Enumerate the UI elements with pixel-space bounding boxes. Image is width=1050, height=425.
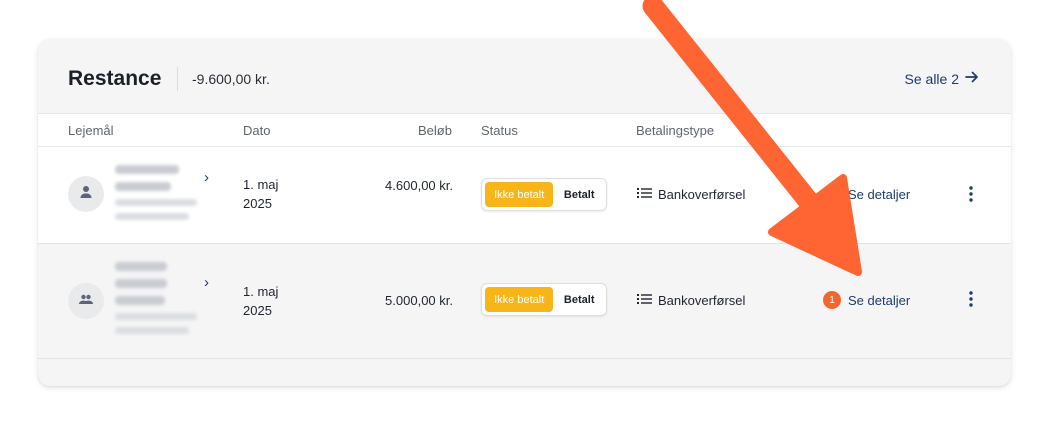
- status-unpaid-option[interactable]: Ikke betalt: [485, 287, 554, 312]
- restance-card: Restance -9.600,00 kr. Se alle 2 Lejemål…: [38, 39, 1011, 386]
- arrow-right-icon: [965, 70, 979, 87]
- card-title: Restance: [68, 67, 162, 90]
- column-header-lejemaal: Lejemål: [68, 123, 114, 138]
- notification-badge: 1: [823, 291, 841, 309]
- avatar: [68, 176, 104, 212]
- restance-table: Lejemål Dato Beløb Status Betalingstype …: [38, 113, 1011, 359]
- chevron-right-icon[interactable]: ›: [204, 169, 209, 186]
- group-icon: [78, 291, 94, 312]
- title-divider: [177, 67, 178, 91]
- column-header-status: Status: [481, 123, 518, 138]
- row-date: 1. maj 2025: [243, 284, 279, 318]
- total-amount: -9.600,00 kr.: [192, 71, 270, 87]
- list-icon: [637, 293, 652, 308]
- status-paid-option[interactable]: Betalt: [555, 182, 603, 207]
- tenant-name-blurred[interactable]: [115, 165, 197, 227]
- payment-type: Bankoverførsel: [637, 187, 745, 202]
- see-all-label: Se alle 2: [904, 70, 959, 87]
- tenant-name-blurred[interactable]: [115, 262, 197, 341]
- see-details-label: Se detaljer: [848, 292, 911, 308]
- avatar: [68, 283, 104, 319]
- see-all-link[interactable]: Se alle 2: [905, 70, 979, 87]
- status-toggle: Ikke betalt Betalt: [481, 178, 607, 211]
- table-row: › 1. maj 2025 5.000,00 kr. Ikke betalt B…: [38, 244, 1011, 359]
- status-paid-option[interactable]: Betalt: [555, 287, 603, 312]
- card-header: Restance -9.600,00 kr. Se alle 2: [38, 39, 1011, 113]
- status-unpaid-option[interactable]: Ikke betalt: [485, 182, 554, 207]
- column-header-beloeb: Beløb: [418, 123, 452, 138]
- payment-type-label: Bankoverførsel: [658, 293, 746, 308]
- see-details-link[interactable]: 1 Se detaljer: [823, 291, 910, 309]
- more-options-icon[interactable]: [964, 185, 978, 203]
- see-details-label: Se detaljer: [848, 187, 911, 202]
- person-icon: [78, 184, 94, 205]
- chevron-right-icon[interactable]: ›: [204, 274, 209, 291]
- see-details-link[interactable]: Se detaljer: [848, 187, 910, 202]
- row-amount: 4.600,00 kr.: [385, 178, 453, 193]
- column-header-betalingstype: Betalingstype: [636, 123, 715, 138]
- row-amount: 5.000,00 kr.: [385, 293, 453, 308]
- table-row: › 1. maj 2025 4.600,00 kr. Ikke betalt B…: [38, 147, 1011, 244]
- payment-type: Bankoverførsel: [637, 293, 745, 308]
- table-header: Lejemål Dato Beløb Status Betalingstype: [38, 113, 1011, 147]
- column-header-dato: Dato: [243, 123, 271, 138]
- more-options-icon[interactable]: [964, 290, 978, 308]
- status-toggle: Ikke betalt Betalt: [481, 283, 607, 316]
- payment-type-label: Bankoverførsel: [658, 187, 746, 202]
- list-icon: [637, 187, 652, 202]
- row-date: 1. maj 2025: [243, 177, 279, 211]
